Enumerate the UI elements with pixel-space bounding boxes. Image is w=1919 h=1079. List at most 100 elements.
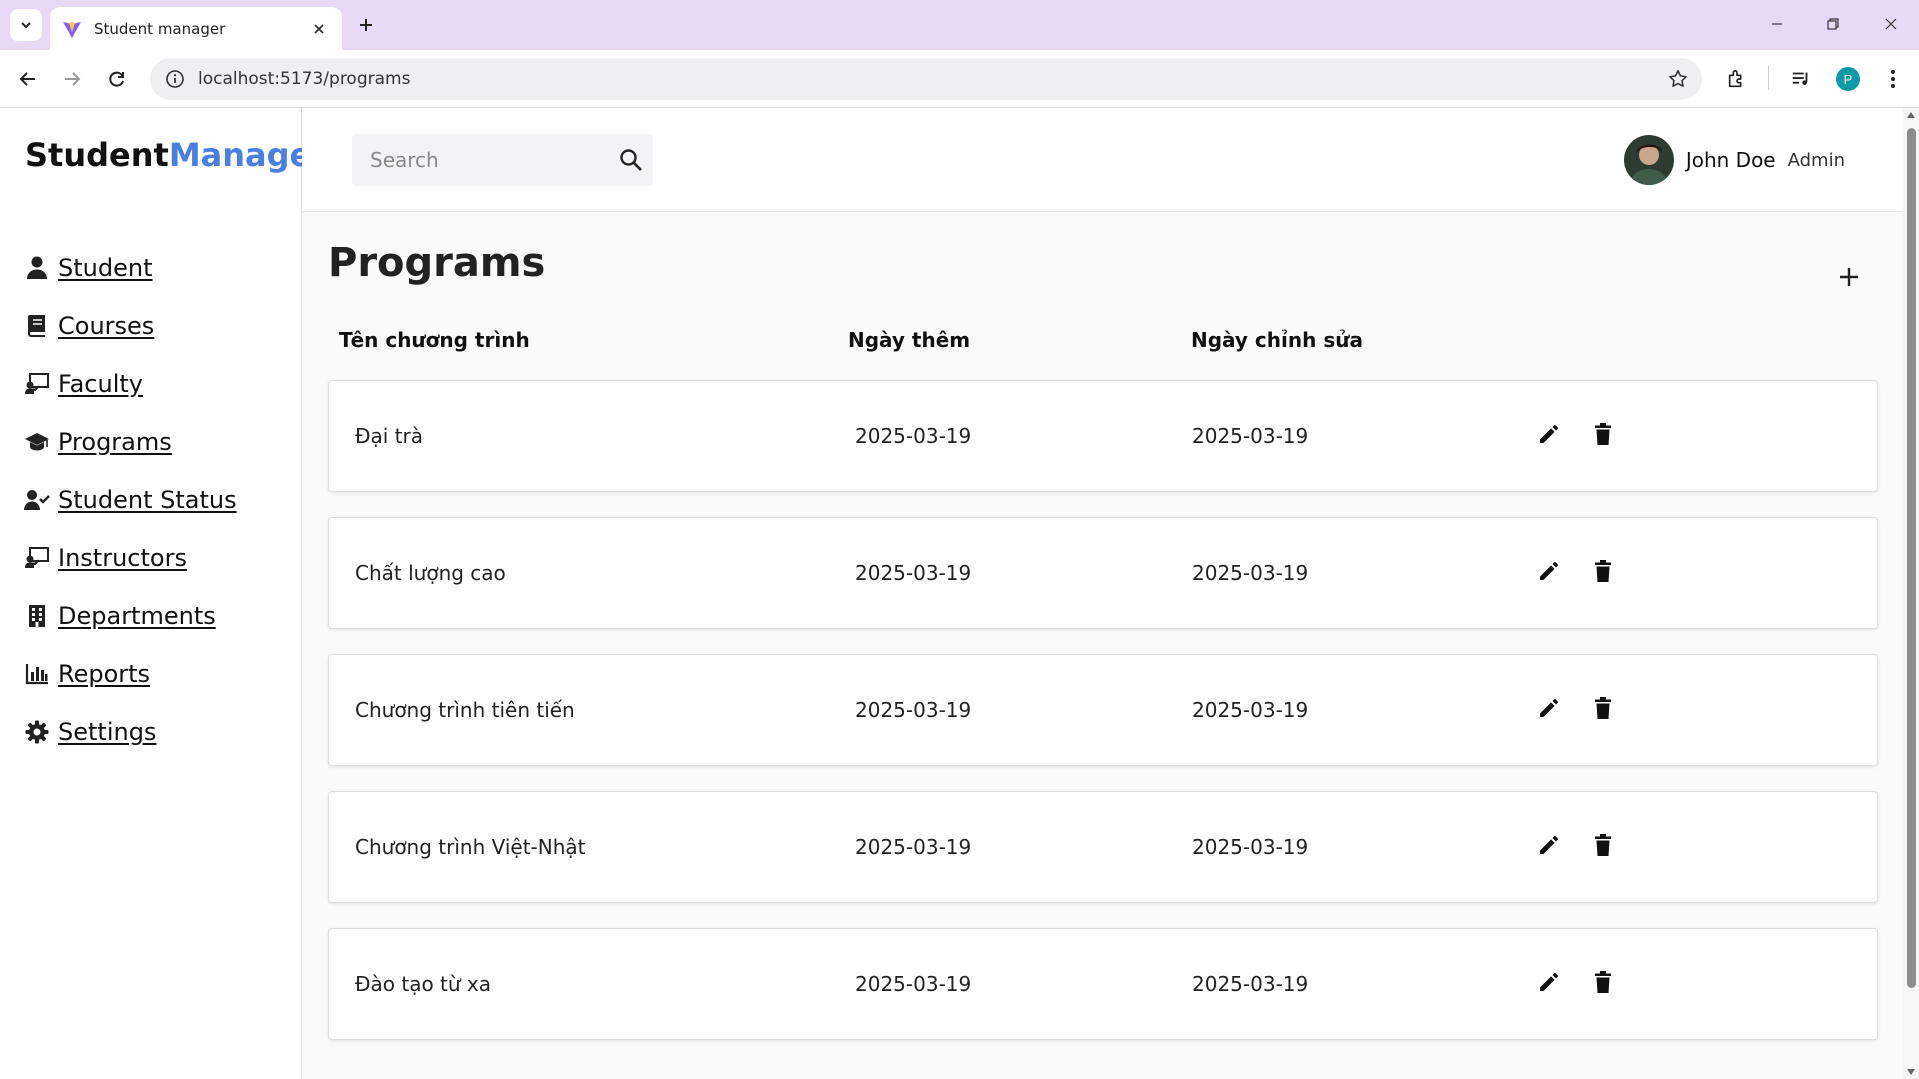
sidebar-item-student[interactable]: Student	[24, 239, 237, 297]
sidebar-item-faculty[interactable]: Faculty	[24, 355, 237, 413]
program-name: Đại trà	[355, 424, 423, 448]
page-title: Programs	[328, 240, 546, 286]
sidebar-item-label: Faculty	[58, 370, 143, 398]
edit-icon[interactable]	[1534, 967, 1564, 997]
user-menu[interactable]: John Doe Admin	[1623, 134, 1845, 186]
bookmark-star-icon[interactable]	[1664, 65, 1692, 93]
chevron-down-icon	[21, 22, 31, 29]
bar-chart-icon	[24, 661, 50, 687]
tab-search-button[interactable]	[10, 9, 42, 41]
arrow-left-icon	[19, 72, 35, 86]
search-input[interactable]	[370, 148, 619, 172]
sidebar-item-label: Departments	[58, 602, 216, 630]
user-check-icon	[24, 487, 50, 513]
minimize-window-button[interactable]	[1757, 10, 1797, 38]
table-row: Đào tạo từ xa 2025-03-19 2025-03-19	[328, 928, 1878, 1040]
scrollbar-thumb[interactable]	[1907, 128, 1916, 988]
graduation-cap-icon	[24, 429, 50, 455]
sidebar-item-label: Student	[58, 254, 153, 282]
sidebar-item-student-status[interactable]: Student Status	[24, 471, 237, 529]
date-added: 2025-03-19	[855, 424, 972, 448]
building-icon	[24, 603, 50, 629]
sidebar-item-instructors[interactable]: Instructors	[24, 529, 237, 587]
app-logo[interactable]: StudentManager	[25, 136, 327, 174]
page-viewport: StudentManager Student Courses Faculty P…	[0, 108, 1919, 1079]
sidebar-item-settings[interactable]: Settings	[24, 703, 237, 761]
sidebar-nav: Student Courses Faculty Programs Student…	[24, 239, 237, 761]
browser-toolbar: localhost:5173/programs P	[0, 50, 1919, 108]
top-header: John Doe Admin	[302, 108, 1903, 212]
browser-menu-icon[interactable]	[1876, 62, 1910, 96]
browser-tab-bar: Student manager	[0, 0, 1919, 50]
sidebar-item-label: Settings	[58, 718, 157, 746]
url-text: localhost:5173/programs	[198, 69, 411, 89]
reload-button[interactable]	[100, 62, 134, 96]
sidebar-item-departments[interactable]: Departments	[24, 587, 237, 645]
user-name: John Doe	[1685, 148, 1776, 172]
toolbar-divider	[1768, 66, 1769, 90]
browser-tab[interactable]: Student manager	[50, 7, 342, 50]
address-bar[interactable]: localhost:5173/programs	[150, 58, 1702, 100]
profile-avatar: P	[1836, 67, 1860, 91]
table-row: Chất lượng cao 2025-03-19 2025-03-19	[328, 517, 1878, 629]
media-controls-icon[interactable]	[1784, 62, 1818, 96]
tab-title: Student manager	[94, 19, 226, 38]
user-icon	[24, 255, 50, 281]
date-edited: 2025-03-19	[1192, 424, 1309, 448]
program-name: Đào tạo từ xa	[355, 972, 492, 996]
column-header-edited: Ngày chỉnh sửa	[1191, 328, 1363, 352]
sidebar-item-label: Student Status	[58, 486, 237, 514]
program-name: Chương trình Việt-Nhật	[355, 835, 586, 859]
edit-icon[interactable]	[1534, 693, 1564, 723]
date-edited: 2025-03-19	[1192, 972, 1309, 996]
scroll-up-icon[interactable]	[1903, 108, 1919, 122]
sidebar-item-programs[interactable]: Programs	[24, 413, 237, 471]
arrow-right-icon	[65, 72, 81, 86]
restore-window-button[interactable]	[1813, 10, 1853, 38]
table-row: Chương trình Việt-Nhật 2025-03-19 2025-0…	[328, 791, 1878, 903]
chalkboard-teacher-icon	[24, 371, 50, 397]
site-info-icon[interactable]	[164, 68, 186, 90]
sidebar-item-label: Instructors	[58, 544, 187, 572]
gear-icon	[24, 719, 50, 745]
forward-button[interactable]	[55, 62, 89, 96]
plus-icon	[1840, 268, 1858, 286]
search-icon[interactable]	[619, 146, 643, 174]
profile-button[interactable]: P	[1831, 62, 1865, 96]
delete-icon[interactable]	[1588, 830, 1618, 860]
edit-icon[interactable]	[1534, 419, 1564, 449]
sidebar-item-reports[interactable]: Reports	[24, 645, 237, 703]
scroll-down-icon[interactable]	[1903, 1065, 1919, 1079]
programs-list: Đại trà 2025-03-19 2025-03-19 Chất lượng…	[328, 380, 1878, 1065]
date-added: 2025-03-19	[855, 698, 972, 722]
extensions-icon[interactable]	[1720, 62, 1754, 96]
edit-icon[interactable]	[1534, 830, 1564, 860]
delete-icon[interactable]	[1588, 967, 1618, 997]
delete-icon[interactable]	[1588, 419, 1618, 449]
search-bar	[352, 134, 653, 186]
date-added: 2025-03-19	[855, 835, 972, 859]
chalkboard-teacher-icon	[24, 545, 50, 571]
table-row: Đại trà 2025-03-19 2025-03-19	[328, 380, 1878, 492]
close-tab-icon[interactable]	[308, 18, 330, 40]
new-tab-button[interactable]	[352, 11, 380, 39]
close-window-button[interactable]	[1871, 10, 1911, 38]
add-program-button[interactable]	[1832, 260, 1866, 294]
sidebar-item-label: Courses	[58, 312, 155, 340]
edit-icon[interactable]	[1534, 556, 1564, 586]
book-icon	[24, 313, 50, 339]
date-added: 2025-03-19	[855, 561, 972, 585]
program-name: Chương trình tiên tiến	[355, 698, 575, 722]
main-content: Programs Tên chương trình Ngày thêm Ngày…	[302, 212, 1903, 1079]
page-scrollbar[interactable]	[1903, 108, 1919, 1079]
reload-icon	[109, 71, 124, 87]
plus-icon	[360, 19, 372, 31]
delete-icon[interactable]	[1588, 693, 1618, 723]
avatar	[1623, 135, 1674, 185]
column-header-name: Tên chương trình	[339, 328, 530, 352]
sidebar-item-courses[interactable]: Courses	[24, 297, 237, 355]
date-edited: 2025-03-19	[1192, 561, 1309, 585]
back-button[interactable]	[11, 62, 45, 96]
delete-icon[interactable]	[1588, 556, 1618, 586]
vite-logo-icon	[63, 21, 81, 38]
